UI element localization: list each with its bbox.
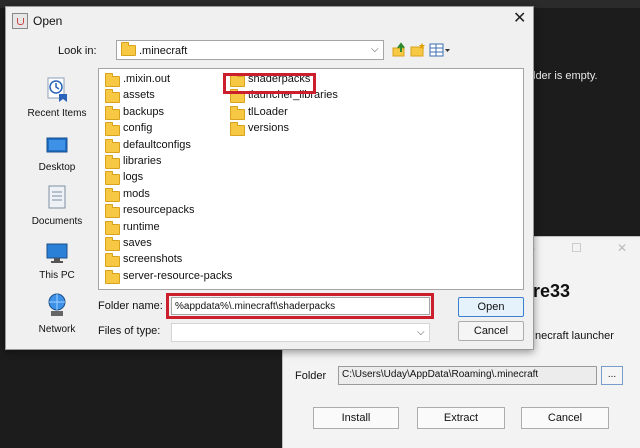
- folder-item-name: .mixin.out: [123, 73, 171, 85]
- open-dialog: Open ✕ Look in: .minecraft ⌵ Recent Item…: [5, 6, 534, 350]
- install-button[interactable]: Install: [313, 407, 399, 429]
- chevron-down-icon: ⌵: [417, 327, 425, 338]
- extract-button[interactable]: Extract: [417, 407, 505, 429]
- close-icon[interactable]: ✕: [617, 241, 627, 255]
- java-app-icon: [12, 13, 28, 29]
- folder-item-name: resourcepacks: [123, 204, 195, 217]
- folder-icon: [121, 42, 136, 56]
- folder-icon: [105, 204, 120, 219]
- chevron-down-icon: ⌵: [371, 44, 379, 55]
- highlight-shaderpacks: [223, 73, 316, 94]
- background-folder-empty-text: lder is empty.: [533, 70, 598, 82]
- recent-items-icon: [45, 76, 69, 104]
- place-label: Documents: [31, 216, 83, 227]
- folder-icon: [105, 237, 120, 251]
- folder-icon: [230, 122, 245, 137]
- installer-folder-label: Folder: [295, 370, 327, 382]
- folder-icon: [105, 73, 120, 87]
- folder-icon: [105, 171, 120, 186]
- network-icon: [45, 292, 69, 320]
- folder-item-name: tlLoader: [248, 105, 288, 118]
- maximize-icon[interactable]: ☐: [571, 241, 582, 255]
- place-label: Recent Items: [27, 108, 87, 119]
- up-one-level-icon[interactable]: [392, 42, 408, 58]
- place-desktop[interactable]: Desktop: [16, 126, 98, 178]
- installer-browse-button[interactable]: ...: [601, 366, 623, 385]
- dialog-title: Open: [33, 14, 63, 28]
- desktop-icon: [45, 130, 69, 158]
- places-bar: Recent Items Desktop Documents This PC N…: [16, 72, 98, 344]
- folder-icon: [105, 138, 120, 153]
- folder-icon: [105, 155, 120, 169]
- highlight-folder-name: [166, 293, 434, 319]
- folder-icon: [105, 105, 120, 120]
- place-label: Desktop: [38, 162, 76, 173]
- open-button[interactable]: Open: [458, 297, 524, 317]
- installer-cancel-button[interactable]: Cancel: [521, 407, 609, 429]
- dialog-titlebar: Open ✕: [6, 7, 533, 35]
- folder-item-name: defaultconfigs: [123, 138, 191, 151]
- folder-icon: [230, 89, 245, 104]
- folder-icon: [105, 187, 120, 202]
- folder-name-label: Folder name:: [98, 300, 163, 312]
- place-label: This PC: [39, 270, 75, 281]
- folder-icon: [105, 89, 120, 104]
- place-recent-items[interactable]: Recent Items: [16, 72, 98, 124]
- folder-item-name: config: [123, 122, 153, 135]
- look-in-dropdown[interactable]: .minecraft ⌵: [116, 40, 384, 60]
- files-of-type-dropdown[interactable]: ⌵: [171, 323, 430, 342]
- folder-icon: [105, 122, 120, 137]
- this-pc-icon: [45, 238, 69, 266]
- installer-description: necraft launcher: [535, 330, 614, 342]
- folder-item-name: runtime: [123, 220, 160, 233]
- folder-icon: [105, 269, 120, 284]
- folder-icon: [230, 105, 245, 120]
- folder-icon: [105, 220, 120, 235]
- place-label: Network: [38, 324, 76, 335]
- folder-item-name: logs: [123, 171, 144, 184]
- file-list[interactable]: .mixin.out assets backups config defaultconf…: [98, 68, 524, 290]
- documents-icon: [45, 184, 69, 212]
- new-folder-icon[interactable]: [410, 42, 426, 58]
- folder-icon: [105, 253, 120, 268]
- installer-folder-input[interactable]: C:\Users\Uday\AppData\Roaming\.minecraft: [338, 366, 597, 385]
- place-this-pc[interactable]: This PC: [16, 234, 98, 286]
- folder-item-name: assets: [123, 89, 155, 102]
- cancel-button[interactable]: Cancel: [458, 321, 524, 341]
- place-documents[interactable]: Documents: [16, 180, 98, 232]
- folder-item-name: versions: [248, 122, 289, 135]
- look-in-value: .minecraft: [139, 45, 188, 57]
- installer-heading: re33: [533, 281, 571, 301]
- folder-item-name: backups: [123, 105, 164, 118]
- look-in-label: Look in:: [58, 45, 97, 57]
- view-menu-icon[interactable]: [429, 42, 451, 58]
- place-network[interactable]: Network: [16, 288, 98, 340]
- files-of-type-label: Files of type:: [98, 325, 161, 337]
- folder-item-name: libraries: [123, 155, 162, 167]
- close-icon[interactable]: ✕: [513, 11, 526, 27]
- folder-item-name: mods: [123, 187, 150, 200]
- folder-item-name: screenshots: [123, 253, 183, 266]
- folder-item-name: saves: [123, 237, 152, 249]
- folder-item-name: server-resource-packs: [123, 269, 233, 282]
